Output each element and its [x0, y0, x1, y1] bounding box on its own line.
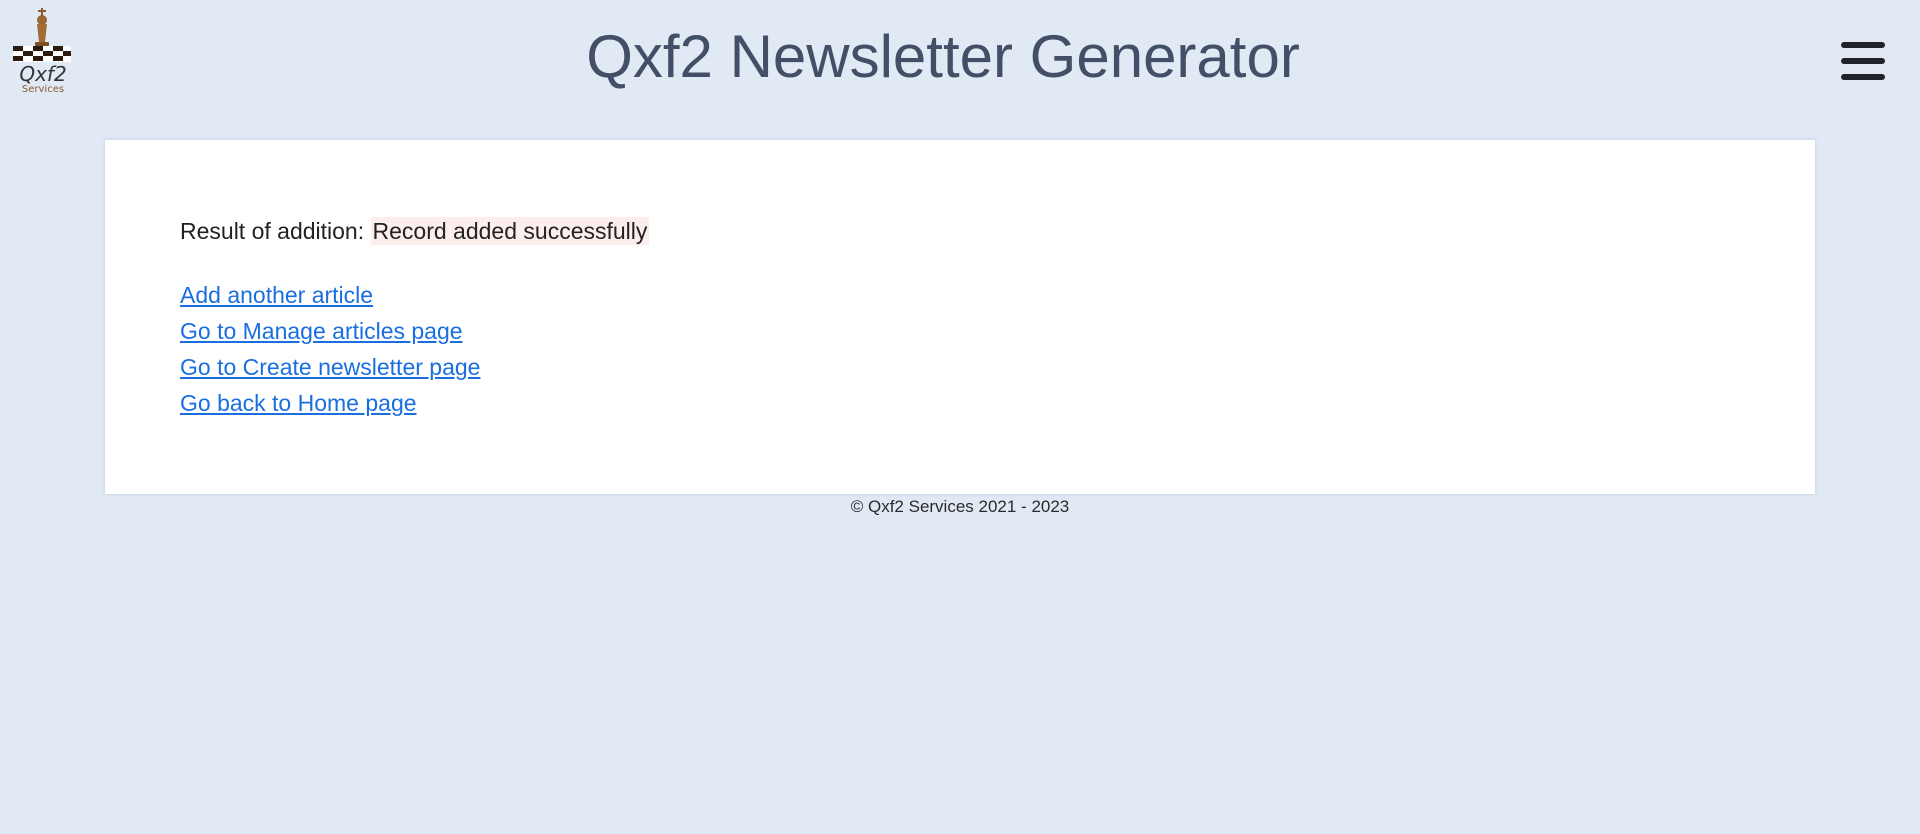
result-label: Result of addition: — [180, 218, 365, 244]
create-newsletter-link[interactable]: Go to Create newsletter page — [180, 349, 480, 385]
page-title: Qxf2 Newsletter Generator — [586, 23, 1300, 90]
home-page-link[interactable]: Go back to Home page — [180, 385, 480, 421]
footer-copyright: © Qxf2 Services 2021 - 2023 — [850, 497, 1070, 516]
hamburger-menu-icon[interactable] — [1841, 42, 1885, 82]
menu-bar — [1841, 74, 1885, 80]
menu-bar — [1841, 58, 1885, 64]
result-value: Record added successfully — [370, 217, 650, 245]
result-message: Result of addition: Record added success… — [180, 217, 650, 245]
add-another-article-link[interactable]: Add another article — [180, 277, 480, 313]
menu-bar — [1841, 42, 1885, 48]
manage-articles-link[interactable]: Go to Manage articles page — [180, 313, 480, 349]
content-card: Result of addition: Record added success… — [105, 140, 1815, 494]
navigation-links: Add another article Go to Manage article… — [180, 277, 480, 421]
